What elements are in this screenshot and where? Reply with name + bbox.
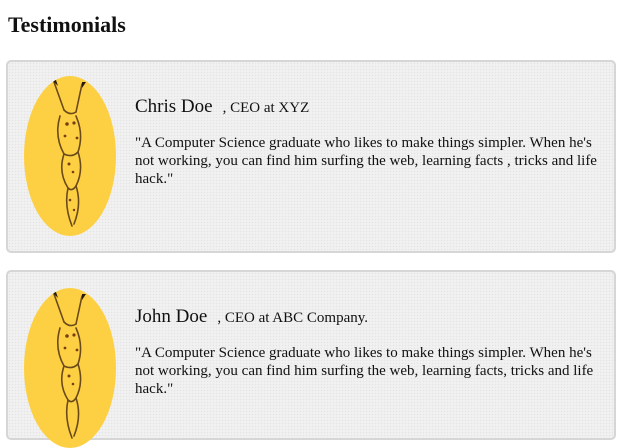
testimonial-card: John Doe , CEO at ABC Company. "A Compute… xyxy=(6,270,616,448)
testimonial-name: John Doe xyxy=(135,306,208,327)
pikachu-avatar-icon xyxy=(24,76,116,236)
testimonial-name: Chris Doe xyxy=(135,96,213,117)
testimonial-role: , CEO at XYZ xyxy=(222,100,310,116)
testimonial-role: , CEO at ABC Company. xyxy=(217,310,369,326)
testimonial-header: Chris Doe , CEO at XYZ xyxy=(135,95,309,120)
testimonial-quote: "A Computer Science graduate who likes t… xyxy=(135,135,597,187)
page-title: Testimonials xyxy=(8,12,126,37)
testimonial-header: John Doe , CEO at ABC Company. xyxy=(135,305,368,330)
pikachu-avatar-icon xyxy=(24,288,116,448)
testimonial-quote: "A Computer Science graduate who likes t… xyxy=(135,345,594,397)
testimonial-card: Chris Doe , CEO at XYZ "A Computer Scienc… xyxy=(6,60,616,253)
